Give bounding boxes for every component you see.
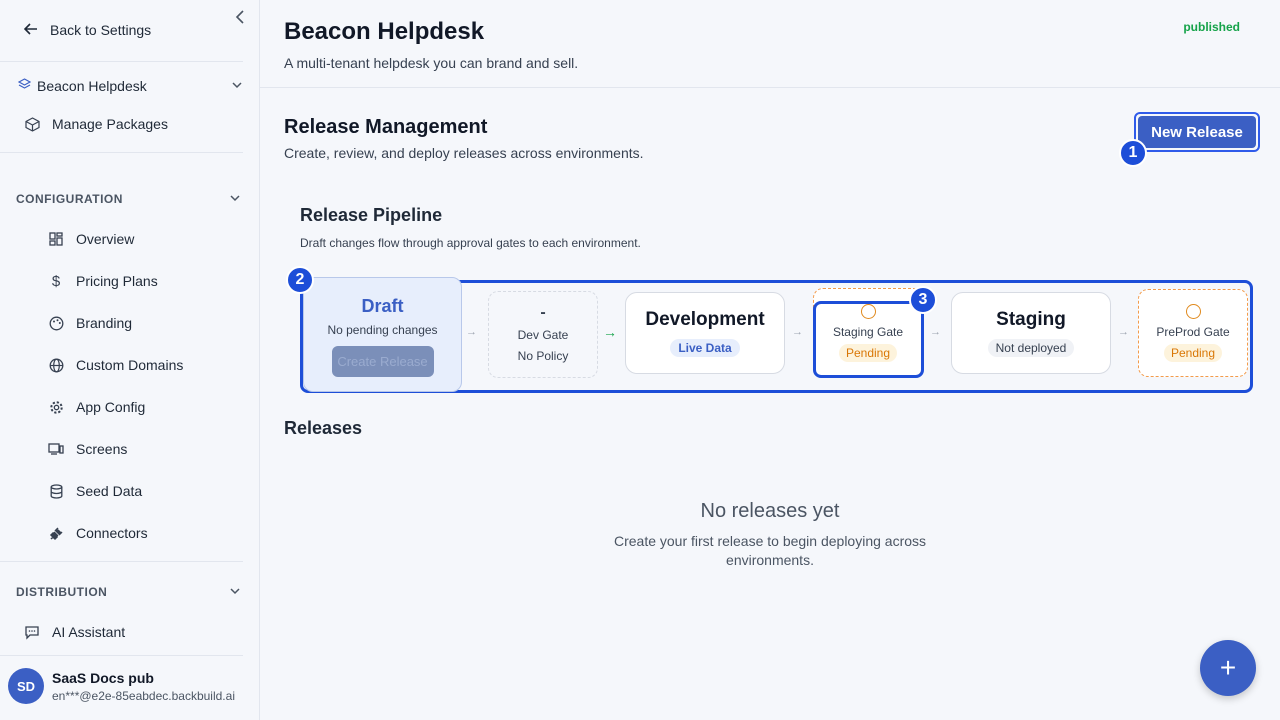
- chevron-down-icon: [230, 193, 240, 205]
- empty-state-title: No releases yet: [700, 500, 840, 522]
- sidebar-item-label: App Config: [76, 399, 146, 415]
- main-content: Beacon Helpdesk A multi-tenant helpdesk …: [260, 0, 1280, 720]
- stage-title: Development: [645, 309, 765, 330]
- avatar: SD: [8, 668, 44, 704]
- annotation-marker-1: 1: [1119, 139, 1147, 167]
- sidebar-item-manage-packages[interactable]: Manage Packages: [24, 113, 168, 135]
- globe-icon: [48, 357, 64, 373]
- new-release-button[interactable]: New Release: [1134, 112, 1260, 152]
- sidebar-item-app-config[interactable]: App Config: [48, 396, 145, 418]
- layers-icon: [17, 78, 32, 94]
- screens-icon: [48, 441, 64, 457]
- dev-gate[interactable]: - Dev Gate No Policy: [488, 291, 598, 378]
- new-release-label: New Release: [1138, 116, 1256, 148]
- gate-title: Dev Gate: [517, 328, 569, 342]
- back-to-settings-link[interactable]: Back to Settings: [23, 20, 152, 40]
- project-name: Beacon Helpdesk: [37, 78, 147, 94]
- draft-status: No pending changes: [327, 323, 438, 337]
- sidebar-item-label: AI Assistant: [52, 624, 126, 640]
- release-pipeline: Draft No pending changes Create Release …: [300, 277, 1253, 393]
- divider: [0, 61, 243, 62]
- sidebar-item-label: Branding: [76, 315, 133, 331]
- divider: [0, 655, 243, 656]
- release-management-title: Release Management: [284, 116, 488, 138]
- page-title: Beacon Helpdesk: [284, 18, 485, 45]
- annotation-marker-2: 2: [286, 266, 314, 294]
- development-stage[interactable]: Development Live Data: [625, 292, 785, 374]
- page-subtitle: A multi-tenant helpdesk you can brand an…: [284, 55, 579, 71]
- sidebar-item-custom-domains[interactable]: Custom Domains: [48, 354, 183, 376]
- flow-arrow-icon: →: [466, 326, 477, 338]
- gate-status-badge: Pending: [1163, 344, 1223, 362]
- sidebar-item-label: Pricing Plans: [76, 273, 158, 289]
- staging-stage[interactable]: Staging Not deployed: [951, 292, 1111, 374]
- divider: [260, 87, 1280, 88]
- database-icon: [48, 483, 64, 499]
- section-label: CONFIGURATION: [16, 192, 123, 206]
- dollar-icon: $: [51, 272, 61, 290]
- user-profile[interactable]: SD SaaS Docs pub en***@e2e-85eabdec.back…: [8, 668, 235, 704]
- configuration-section-header[interactable]: CONFIGURATION: [16, 191, 240, 207]
- pipeline-title: Release Pipeline: [300, 205, 443, 225]
- dashboard-icon: [48, 231, 64, 247]
- preprod-gate[interactable]: PreProd Gate Pending: [1138, 289, 1248, 377]
- distribution-section-header[interactable]: DISTRIBUTION: [16, 584, 240, 600]
- divider: [0, 561, 243, 562]
- sidebar: Back to Settings Beacon Helpdesk Manage …: [0, 0, 260, 720]
- sidebar-item-label: Seed Data: [76, 483, 143, 499]
- back-label: Back to Settings: [50, 22, 152, 38]
- sidebar-item-ai-assistant[interactable]: AI Assistant: [24, 621, 125, 643]
- palette-icon: [48, 315, 64, 331]
- sidebar-item-label: Custom Domains: [76, 357, 184, 373]
- gate-title: PreProd Gate: [1156, 325, 1230, 339]
- stage-status-badge: Not deployed: [987, 339, 1075, 357]
- gear-icon: [48, 399, 64, 415]
- package-icon: [24, 116, 40, 132]
- draft-title: Draft: [361, 296, 404, 316]
- flow-arrow-icon: →: [1118, 326, 1129, 338]
- sidebar-item-branding[interactable]: Branding: [48, 312, 132, 334]
- project-selector[interactable]: Beacon Helpdesk: [17, 76, 242, 96]
- chat-bubble-icon: [24, 624, 40, 640]
- sidebar-item-label: Manage Packages: [52, 116, 168, 132]
- chevron-down-icon: [230, 586, 240, 598]
- pending-circle-icon: [1185, 304, 1201, 319]
- create-release-button[interactable]: Create Release: [331, 346, 434, 377]
- flow-arrow-icon: →: [930, 326, 941, 338]
- flow-arrow-icon: →: [792, 326, 803, 338]
- stage-title: Staging: [996, 309, 1066, 330]
- sidebar-item-overview[interactable]: Overview: [48, 228, 134, 250]
- section-label: DISTRIBUTION: [16, 585, 108, 599]
- chevron-down-icon: [232, 80, 242, 92]
- releases-title: Releases: [284, 418, 363, 438]
- gate-status-badge: No Policy: [517, 349, 569, 363]
- flow-arrow-icon: →: [603, 324, 617, 340]
- collapse-sidebar-icon[interactable]: [234, 10, 250, 26]
- focus-ring: [813, 301, 924, 378]
- pipeline-subtitle: Draft changes flow through approval gate…: [300, 236, 641, 250]
- add-fab-button[interactable]: +: [1200, 640, 1256, 696]
- arrow-left-icon: [23, 22, 38, 39]
- sidebar-item-pricing-plans[interactable]: $ Pricing Plans: [48, 270, 158, 292]
- status-badge: published: [1183, 20, 1240, 34]
- user-email: en***@e2e-85eabdec.backbuild.ai: [52, 688, 235, 703]
- sidebar-item-label: Screens: [76, 441, 128, 457]
- plug-icon: [48, 525, 64, 541]
- user-name: SaaS Docs pub: [52, 669, 154, 686]
- sidebar-item-label: Overview: [76, 231, 135, 247]
- sidebar-item-connectors[interactable]: Connectors: [48, 522, 148, 544]
- gate-symbol: -: [540, 304, 546, 321]
- sidebar-item-label: Connectors: [76, 525, 148, 541]
- divider: [0, 152, 243, 153]
- sidebar-item-seed-data[interactable]: Seed Data: [48, 480, 142, 502]
- empty-state-subtitle: Create your first release to begin deplo…: [613, 533, 927, 568]
- annotation-marker-3: 3: [909, 286, 937, 314]
- stage-status-badge: Live Data: [670, 339, 740, 357]
- draft-stage[interactable]: Draft No pending changes Create Release: [303, 277, 462, 392]
- sidebar-item-screens[interactable]: Screens: [48, 438, 127, 460]
- release-management-subtitle: Create, review, and deploy releases acro…: [284, 145, 644, 161]
